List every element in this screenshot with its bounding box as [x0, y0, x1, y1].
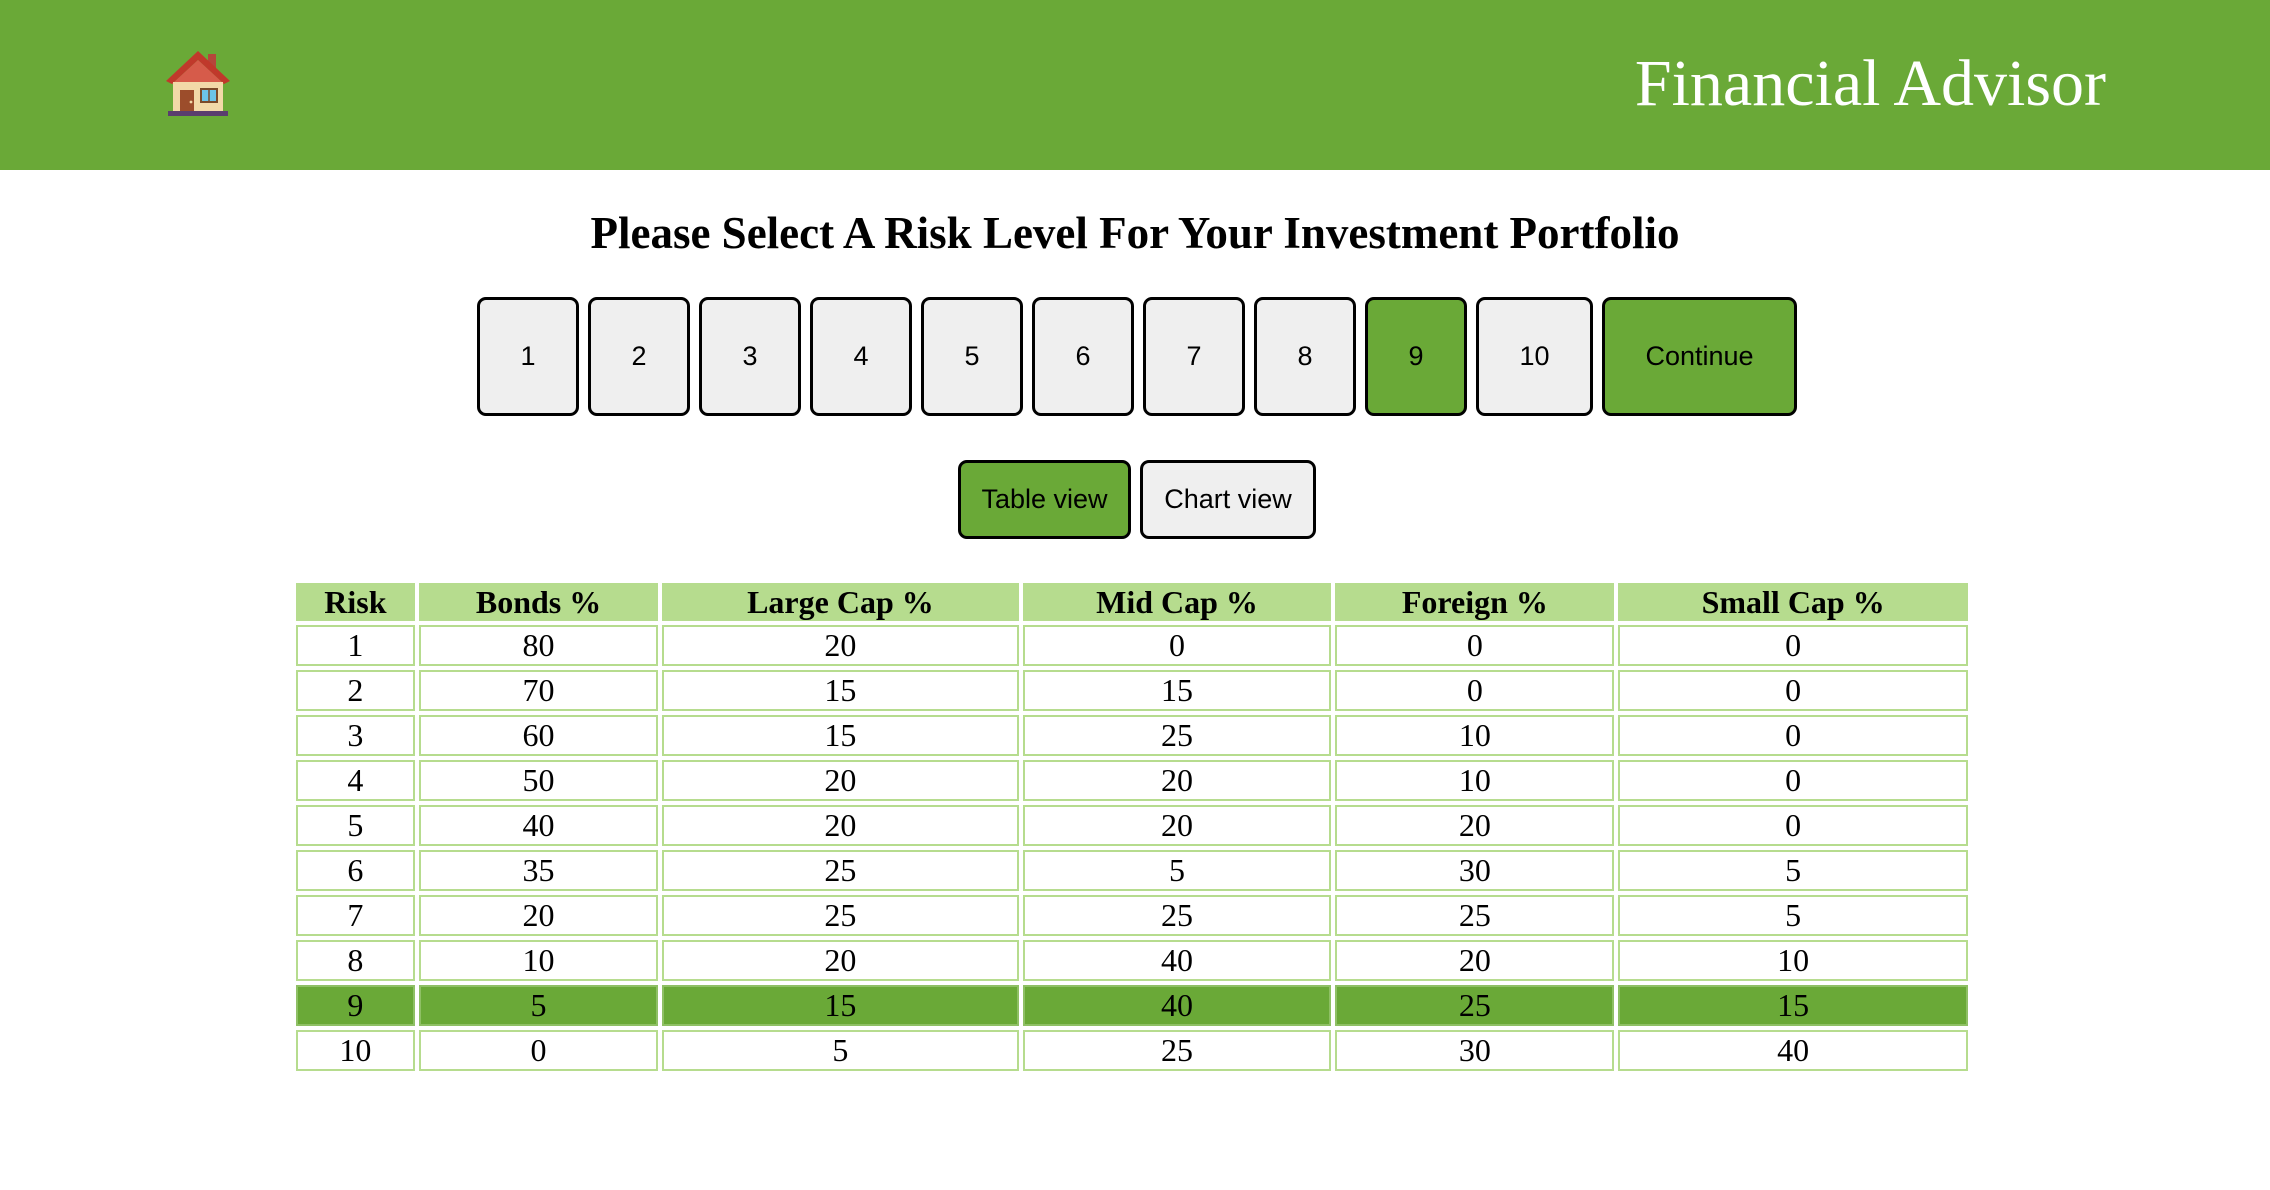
table-row: 7 20 25 25 25 5 — [296, 895, 1968, 936]
table-cell: 0 — [1335, 625, 1615, 666]
table-cell: 10 — [418, 940, 659, 981]
risk-button-2[interactable]: 2 — [588, 297, 690, 416]
table-cell: 15 — [662, 985, 1019, 1026]
table-cell: 4 — [296, 760, 415, 801]
table-row: 5 40 20 20 20 0 — [296, 805, 1968, 846]
column-header-risk: Risk — [296, 583, 415, 621]
chart-view-button[interactable]: Chart view — [1140, 460, 1316, 539]
page-title: Please Select A Risk Level For Your Inve… — [590, 208, 1680, 258]
table-cell: 1 — [296, 625, 415, 666]
table-cell: 10 — [296, 1030, 415, 1071]
table-cell: 9 — [296, 985, 415, 1026]
risk-button-7[interactable]: 7 — [1143, 297, 1245, 416]
table-cell: 20 — [662, 625, 1019, 666]
table-cell: 0 — [1022, 625, 1332, 666]
column-header-foreign: Foreign % — [1335, 583, 1615, 621]
table-row-selected: 9 5 15 40 25 15 — [296, 985, 1968, 1026]
table-cell: 0 — [418, 1030, 659, 1071]
table-view-button[interactable]: Table view — [958, 460, 1131, 539]
table-cell: 5 — [1022, 850, 1332, 891]
table-cell: 80 — [418, 625, 659, 666]
table-header-row: Risk Bonds % Large Cap % Mid Cap % Forei… — [296, 583, 1968, 621]
column-header-large-cap: Large Cap % — [662, 583, 1019, 621]
view-toggle: Table view Chart view — [958, 460, 1316, 539]
table-row: 8 10 20 40 20 10 — [296, 940, 1968, 981]
table-cell: 20 — [1335, 940, 1615, 981]
table-cell: 25 — [1022, 715, 1332, 756]
table-cell: 25 — [1335, 985, 1615, 1026]
table-cell: 3 — [296, 715, 415, 756]
table-cell: 20 — [1022, 760, 1332, 801]
table-cell: 0 — [1618, 670, 1968, 711]
table-cell: 25 — [662, 850, 1019, 891]
table-cell: 25 — [1022, 895, 1332, 936]
table-row: 3 60 15 25 10 0 — [296, 715, 1968, 756]
table-cell: 0 — [1618, 805, 1968, 846]
risk-level-selector: 1 2 3 4 5 6 7 8 9 10 Continue — [477, 297, 1797, 416]
table-cell: 60 — [418, 715, 659, 756]
table-cell: 5 — [1618, 895, 1968, 936]
risk-button-4[interactable]: 4 — [810, 297, 912, 416]
table-cell: 20 — [418, 895, 659, 936]
table-cell: 25 — [662, 895, 1019, 936]
risk-button-8[interactable]: 8 — [1254, 297, 1356, 416]
table-cell: 20 — [1335, 805, 1615, 846]
table-cell: 40 — [1618, 1030, 1968, 1071]
table-cell: 10 — [1618, 940, 1968, 981]
table-cell: 20 — [662, 940, 1019, 981]
table-cell: 25 — [1335, 895, 1615, 936]
risk-button-9[interactable]: 9 — [1365, 297, 1467, 416]
table-row: 6 35 25 5 30 5 — [296, 850, 1968, 891]
table-cell: 0 — [1618, 625, 1968, 666]
table-cell: 0 — [1618, 760, 1968, 801]
table-row: 2 70 15 15 0 0 — [296, 670, 1968, 711]
table-cell: 2 — [296, 670, 415, 711]
continue-button[interactable]: Continue — [1602, 297, 1797, 416]
table-cell: 40 — [1022, 985, 1332, 1026]
table-cell: 5 — [418, 985, 659, 1026]
table-cell: 20 — [662, 805, 1019, 846]
table-cell: 0 — [1335, 670, 1615, 711]
table-row: 4 50 20 20 10 0 — [296, 760, 1968, 801]
table-cell: 15 — [662, 670, 1019, 711]
table-cell: 35 — [418, 850, 659, 891]
table-cell: 15 — [1022, 670, 1332, 711]
risk-button-6[interactable]: 6 — [1032, 297, 1134, 416]
risk-button-5[interactable]: 5 — [921, 297, 1023, 416]
table-cell: 5 — [296, 805, 415, 846]
column-header-small-cap: Small Cap % — [1618, 583, 1968, 621]
table-cell: 0 — [1618, 715, 1968, 756]
table-cell: 7 — [296, 895, 415, 936]
table-row: 1 80 20 0 0 0 — [296, 625, 1968, 666]
app-header: Financial Advisor — [0, 0, 2270, 170]
table-cell: 8 — [296, 940, 415, 981]
table-cell: 5 — [1618, 850, 1968, 891]
table-cell: 40 — [1022, 940, 1332, 981]
table-cell: 50 — [418, 760, 659, 801]
house-icon[interactable] — [164, 48, 232, 118]
table-row: 10 0 5 25 30 40 — [296, 1030, 1968, 1071]
table-cell: 20 — [662, 760, 1019, 801]
table-cell: 5 — [662, 1030, 1019, 1071]
table-cell: 70 — [418, 670, 659, 711]
risk-button-10[interactable]: 10 — [1476, 297, 1593, 416]
risk-button-1[interactable]: 1 — [477, 297, 579, 416]
table-cell: 15 — [662, 715, 1019, 756]
table-cell: 30 — [1335, 850, 1615, 891]
allocation-table: Risk Bonds % Large Cap % Mid Cap % Forei… — [292, 579, 1972, 1075]
table-cell: 20 — [1022, 805, 1332, 846]
table-cell: 30 — [1335, 1030, 1615, 1071]
column-header-bonds: Bonds % — [418, 583, 659, 621]
column-header-mid-cap: Mid Cap % — [1022, 583, 1332, 621]
table-cell: 6 — [296, 850, 415, 891]
table-cell: 10 — [1335, 760, 1615, 801]
table-cell: 15 — [1618, 985, 1968, 1026]
app-title: Financial Advisor — [1634, 47, 2106, 120]
table-cell: 40 — [418, 805, 659, 846]
table-cell: 25 — [1022, 1030, 1332, 1071]
risk-button-3[interactable]: 3 — [699, 297, 801, 416]
table-cell: 10 — [1335, 715, 1615, 756]
